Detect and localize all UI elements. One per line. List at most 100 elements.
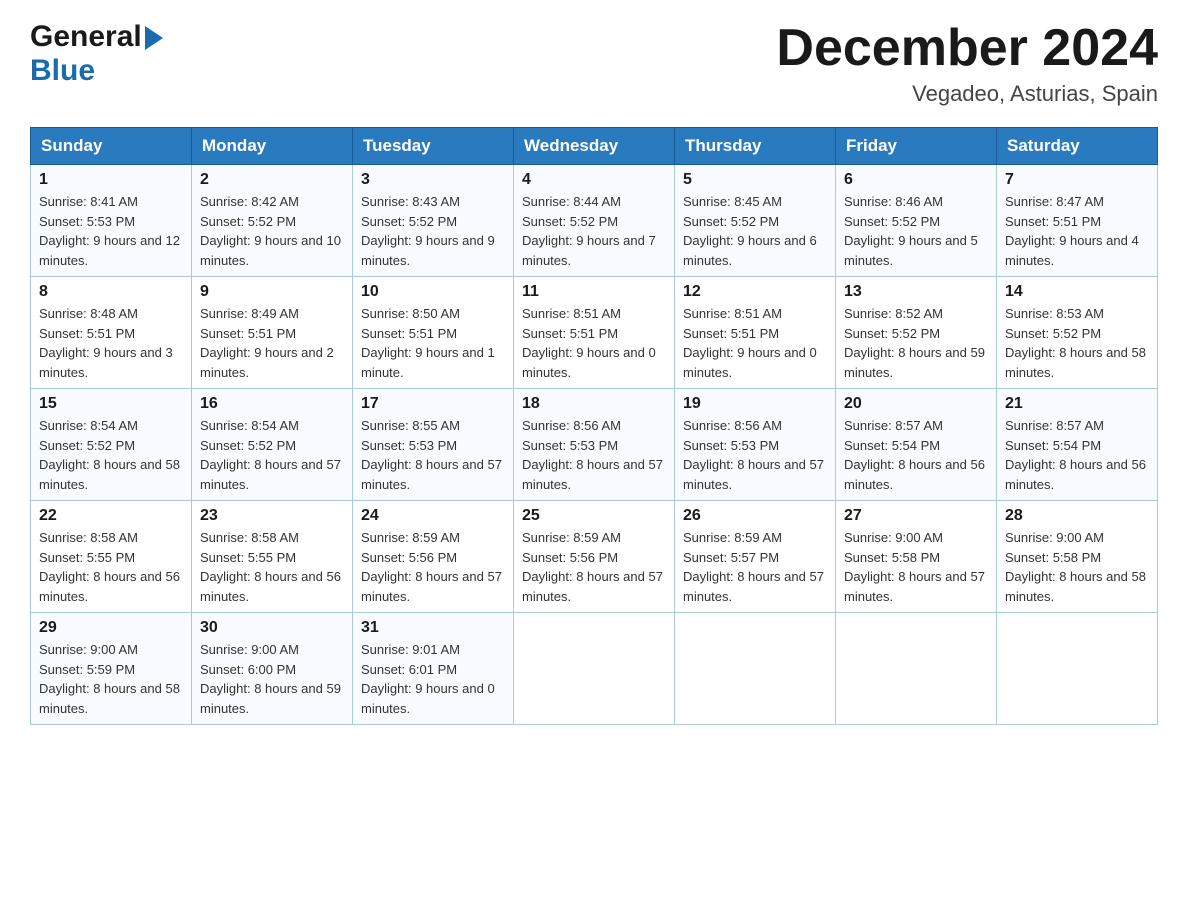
day-number: 17: [361, 395, 505, 413]
calendar-cell: [514, 613, 675, 725]
day-number: 2: [200, 171, 344, 189]
day-number: 8: [39, 283, 183, 301]
day-info: Sunrise: 8:42 AMSunset: 5:52 PMDaylight:…: [200, 194, 341, 268]
day-info: Sunrise: 8:44 AMSunset: 5:52 PMDaylight:…: [522, 194, 656, 268]
day-info: Sunrise: 8:59 AMSunset: 5:57 PMDaylight:…: [683, 530, 824, 604]
day-number: 28: [1005, 507, 1149, 525]
weekday-header-tuesday: Tuesday: [353, 128, 514, 165]
calendar-cell: 2 Sunrise: 8:42 AMSunset: 5:52 PMDayligh…: [192, 165, 353, 277]
day-info: Sunrise: 8:48 AMSunset: 5:51 PMDaylight:…: [39, 306, 173, 380]
day-info: Sunrise: 8:43 AMSunset: 5:52 PMDaylight:…: [361, 194, 495, 268]
day-number: 22: [39, 507, 183, 525]
day-info: Sunrise: 8:45 AMSunset: 5:52 PMDaylight:…: [683, 194, 817, 268]
day-number: 29: [39, 619, 183, 637]
weekday-header-thursday: Thursday: [675, 128, 836, 165]
calendar-cell: 19 Sunrise: 8:56 AMSunset: 5:53 PMDaylig…: [675, 389, 836, 501]
day-number: 25: [522, 507, 666, 525]
logo-blue-text: Blue: [30, 54, 95, 88]
day-info: Sunrise: 8:53 AMSunset: 5:52 PMDaylight:…: [1005, 306, 1146, 380]
calendar-cell: 27 Sunrise: 9:00 AMSunset: 5:58 PMDaylig…: [836, 501, 997, 613]
day-number: 10: [361, 283, 505, 301]
day-number: 31: [361, 619, 505, 637]
day-info: Sunrise: 8:49 AMSunset: 5:51 PMDaylight:…: [200, 306, 334, 380]
day-number: 16: [200, 395, 344, 413]
calendar-cell: 9 Sunrise: 8:49 AMSunset: 5:51 PMDayligh…: [192, 277, 353, 389]
day-info: Sunrise: 9:01 AMSunset: 6:01 PMDaylight:…: [361, 642, 495, 716]
day-number: 11: [522, 283, 666, 301]
calendar-cell: 13 Sunrise: 8:52 AMSunset: 5:52 PMDaylig…: [836, 277, 997, 389]
day-number: 12: [683, 283, 827, 301]
calendar-cell: 30 Sunrise: 9:00 AMSunset: 6:00 PMDaylig…: [192, 613, 353, 725]
calendar-cell: 21 Sunrise: 8:57 AMSunset: 5:54 PMDaylig…: [997, 389, 1158, 501]
calendar-cell: [675, 613, 836, 725]
weekday-header-wednesday: Wednesday: [514, 128, 675, 165]
day-info: Sunrise: 8:56 AMSunset: 5:53 PMDaylight:…: [522, 418, 663, 492]
calendar-cell: 12 Sunrise: 8:51 AMSunset: 5:51 PMDaylig…: [675, 277, 836, 389]
day-number: 13: [844, 283, 988, 301]
calendar-cell: 31 Sunrise: 9:01 AMSunset: 6:01 PMDaylig…: [353, 613, 514, 725]
day-number: 7: [1005, 171, 1149, 189]
calendar-cell: 28 Sunrise: 9:00 AMSunset: 5:58 PMDaylig…: [997, 501, 1158, 613]
weekday-header-row: SundayMondayTuesdayWednesdayThursdayFrid…: [31, 128, 1158, 165]
calendar-cell: 25 Sunrise: 8:59 AMSunset: 5:56 PMDaylig…: [514, 501, 675, 613]
calendar-cell: 1 Sunrise: 8:41 AMSunset: 5:53 PMDayligh…: [31, 165, 192, 277]
day-info: Sunrise: 8:52 AMSunset: 5:52 PMDaylight:…: [844, 306, 985, 380]
calendar-cell: 29 Sunrise: 9:00 AMSunset: 5:59 PMDaylig…: [31, 613, 192, 725]
day-info: Sunrise: 9:00 AMSunset: 5:58 PMDaylight:…: [844, 530, 985, 604]
day-info: Sunrise: 8:59 AMSunset: 5:56 PMDaylight:…: [522, 530, 663, 604]
weekday-header-sunday: Sunday: [31, 128, 192, 165]
day-number: 20: [844, 395, 988, 413]
week-row-1: 1 Sunrise: 8:41 AMSunset: 5:53 PMDayligh…: [31, 165, 1158, 277]
day-number: 24: [361, 507, 505, 525]
calendar-cell: 11 Sunrise: 8:51 AMSunset: 5:51 PMDaylig…: [514, 277, 675, 389]
day-info: Sunrise: 8:54 AMSunset: 5:52 PMDaylight:…: [200, 418, 341, 492]
logo: General Blue: [30, 20, 163, 88]
day-number: 5: [683, 171, 827, 189]
calendar-cell: 7 Sunrise: 8:47 AMSunset: 5:51 PMDayligh…: [997, 165, 1158, 277]
day-number: 21: [1005, 395, 1149, 413]
day-number: 15: [39, 395, 183, 413]
weekday-header-saturday: Saturday: [997, 128, 1158, 165]
day-info: Sunrise: 8:47 AMSunset: 5:51 PMDaylight:…: [1005, 194, 1139, 268]
calendar-cell: 16 Sunrise: 8:54 AMSunset: 5:52 PMDaylig…: [192, 389, 353, 501]
day-info: Sunrise: 8:59 AMSunset: 5:56 PMDaylight:…: [361, 530, 502, 604]
day-number: 18: [522, 395, 666, 413]
calendar-cell: 10 Sunrise: 8:50 AMSunset: 5:51 PMDaylig…: [353, 277, 514, 389]
day-number: 19: [683, 395, 827, 413]
day-number: 1: [39, 171, 183, 189]
day-info: Sunrise: 9:00 AMSunset: 5:58 PMDaylight:…: [1005, 530, 1146, 604]
calendar-cell: 14 Sunrise: 8:53 AMSunset: 5:52 PMDaylig…: [997, 277, 1158, 389]
day-info: Sunrise: 9:00 AMSunset: 5:59 PMDaylight:…: [39, 642, 180, 716]
weekday-header-friday: Friday: [836, 128, 997, 165]
day-number: 27: [844, 507, 988, 525]
calendar-cell: 4 Sunrise: 8:44 AMSunset: 5:52 PMDayligh…: [514, 165, 675, 277]
calendar-cell: 17 Sunrise: 8:55 AMSunset: 5:53 PMDaylig…: [353, 389, 514, 501]
day-info: Sunrise: 8:58 AMSunset: 5:55 PMDaylight:…: [39, 530, 180, 604]
calendar-cell: 5 Sunrise: 8:45 AMSunset: 5:52 PMDayligh…: [675, 165, 836, 277]
day-number: 4: [522, 171, 666, 189]
day-info: Sunrise: 8:41 AMSunset: 5:53 PMDaylight:…: [39, 194, 180, 268]
day-info: Sunrise: 8:57 AMSunset: 5:54 PMDaylight:…: [844, 418, 985, 492]
logo-general-text: General: [30, 20, 142, 54]
calendar-cell: 20 Sunrise: 8:57 AMSunset: 5:54 PMDaylig…: [836, 389, 997, 501]
day-info: Sunrise: 8:54 AMSunset: 5:52 PMDaylight:…: [39, 418, 180, 492]
calendar-cell: 3 Sunrise: 8:43 AMSunset: 5:52 PMDayligh…: [353, 165, 514, 277]
week-row-5: 29 Sunrise: 9:00 AMSunset: 5:59 PMDaylig…: [31, 613, 1158, 725]
day-number: 9: [200, 283, 344, 301]
day-info: Sunrise: 8:56 AMSunset: 5:53 PMDaylight:…: [683, 418, 824, 492]
calendar-cell: 24 Sunrise: 8:59 AMSunset: 5:56 PMDaylig…: [353, 501, 514, 613]
calendar-cell: 6 Sunrise: 8:46 AMSunset: 5:52 PMDayligh…: [836, 165, 997, 277]
calendar-cell: 15 Sunrise: 8:54 AMSunset: 5:52 PMDaylig…: [31, 389, 192, 501]
day-number: 23: [200, 507, 344, 525]
day-info: Sunrise: 8:51 AMSunset: 5:51 PMDaylight:…: [522, 306, 656, 380]
weekday-header-monday: Monday: [192, 128, 353, 165]
day-info: Sunrise: 8:46 AMSunset: 5:52 PMDaylight:…: [844, 194, 978, 268]
day-number: 30: [200, 619, 344, 637]
day-number: 3: [361, 171, 505, 189]
day-number: 6: [844, 171, 988, 189]
calendar-cell: 23 Sunrise: 8:58 AMSunset: 5:55 PMDaylig…: [192, 501, 353, 613]
calendar-table: SundayMondayTuesdayWednesdayThursdayFrid…: [30, 127, 1158, 725]
week-row-2: 8 Sunrise: 8:48 AMSunset: 5:51 PMDayligh…: [31, 277, 1158, 389]
week-row-4: 22 Sunrise: 8:58 AMSunset: 5:55 PMDaylig…: [31, 501, 1158, 613]
month-title: December 2024: [776, 20, 1158, 77]
